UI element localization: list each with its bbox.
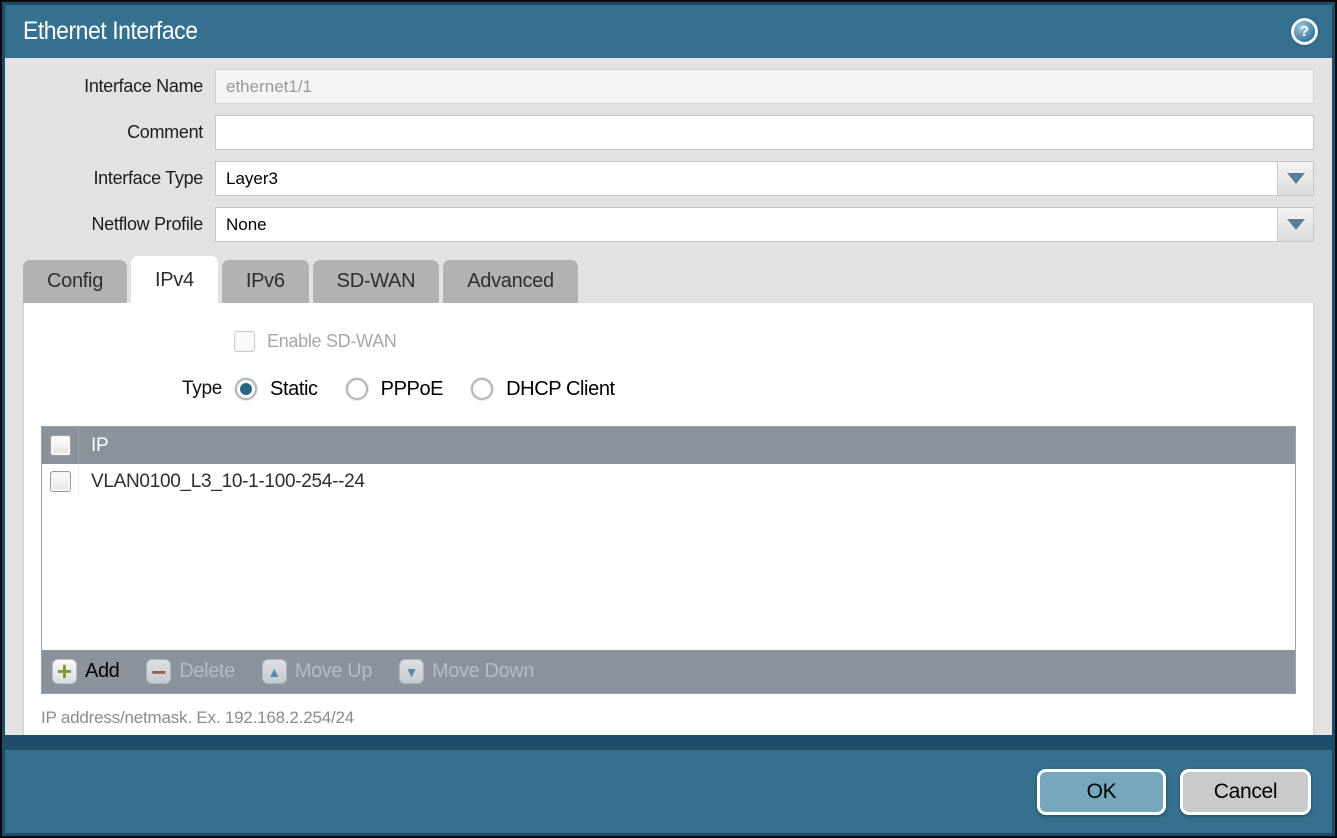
arrow-down-icon: ▼ xyxy=(399,659,424,684)
move-down-button[interactable]: ▼ Move Down xyxy=(399,659,534,684)
type-dhcp-client-label: DHCP Client xyxy=(506,378,615,401)
row-checkbox[interactable] xyxy=(50,471,71,492)
tab-bar: Config IPv4 IPv6 SD-WAN Advanced xyxy=(23,256,1314,303)
dialog-body: Interface Name Comment Interface Type La… xyxy=(5,58,1332,735)
chevron-down-icon xyxy=(1287,219,1305,230)
move-up-button-label: Move Up xyxy=(295,660,372,683)
type-radio-static[interactable]: Static xyxy=(235,378,318,401)
delete-button[interactable]: − Delete xyxy=(146,659,234,684)
radio-unselected-icon xyxy=(471,378,493,400)
interface-type-label: Interface Type xyxy=(23,168,215,189)
delete-button-label: Delete xyxy=(179,660,234,683)
tab-config[interactable]: Config xyxy=(23,260,127,303)
type-radio-pppoe[interactable]: PPPoE xyxy=(346,378,443,401)
comment-row: Comment xyxy=(23,115,1314,150)
ethernet-interface-dialog: Ethernet Interface ? Interface Name Comm… xyxy=(0,0,1337,838)
netflow-profile-row: Netflow Profile None xyxy=(23,207,1314,242)
radio-selected-icon xyxy=(235,378,257,400)
netflow-profile-select[interactable]: None xyxy=(215,207,1314,242)
type-label: Type xyxy=(182,378,222,400)
interface-name-label: Interface Name xyxy=(23,76,215,97)
interface-type-select[interactable]: Layer3 xyxy=(215,161,1314,196)
tab-advanced[interactable]: Advanced xyxy=(443,260,578,303)
table-empty-area xyxy=(42,499,1295,650)
move-down-button-label: Move Down xyxy=(432,660,534,683)
comment-input[interactable] xyxy=(216,116,1313,149)
type-static-label: Static xyxy=(270,378,318,401)
ip-table: IP VLAN0100_L3_10-1-100-254--24 xyxy=(41,426,1296,650)
interface-type-value: Layer3 xyxy=(226,169,278,189)
interface-name-fieldbox xyxy=(215,69,1314,104)
ip-table-header: IP xyxy=(42,427,1295,464)
radio-unselected-icon xyxy=(346,378,368,400)
type-pppoe-label: PPPoE xyxy=(381,378,443,401)
interface-type-row: Interface Type Layer3 xyxy=(23,161,1314,196)
arrow-up-icon: ▲ xyxy=(262,659,287,684)
netflow-profile-value: None xyxy=(226,215,267,235)
ipv4-tab-panel: Enable SD-WAN Type Static PPPoE DHCP Cli… xyxy=(23,303,1314,735)
tab-ipv4[interactable]: IPv4 xyxy=(131,256,218,303)
header-checkbox-cell xyxy=(42,427,79,464)
ok-button[interactable]: OK xyxy=(1037,769,1166,815)
tab-ipv6[interactable]: IPv6 xyxy=(222,260,309,303)
enable-sdwan-checkbox xyxy=(234,331,255,352)
enable-sdwan-row: Enable SD-WAN xyxy=(24,329,1313,353)
select-all-checkbox[interactable] xyxy=(50,435,71,456)
dialog-title: Ethernet Interface xyxy=(23,17,198,46)
chevron-down-icon xyxy=(1287,173,1305,184)
minus-icon: − xyxy=(146,659,171,684)
ip-format-hint: IP address/netmask. Ex. 192.168.2.254/24 xyxy=(41,708,1313,728)
cancel-button[interactable]: Cancel xyxy=(1180,769,1311,815)
interface-name-row: Interface Name xyxy=(23,69,1314,104)
type-radio-row: Type Static PPPoE DHCP Client xyxy=(24,376,1313,402)
table-row[interactable]: VLAN0100_L3_10-1-100-254--24 xyxy=(42,464,1295,499)
help-icon[interactable]: ? xyxy=(1291,18,1318,45)
move-up-button[interactable]: ▲ Move Up xyxy=(262,659,372,684)
dialog-footer: OK Cancel xyxy=(5,750,1332,833)
tab-sdwan[interactable]: SD-WAN xyxy=(313,260,440,303)
comment-fieldbox xyxy=(215,115,1314,150)
netflow-profile-label: Netflow Profile xyxy=(23,214,215,235)
row-checkbox-cell xyxy=(42,464,79,499)
comment-label: Comment xyxy=(23,122,215,143)
add-button[interactable]: + Add xyxy=(52,659,119,684)
ip-column-header: IP xyxy=(79,435,108,457)
add-button-label: Add xyxy=(85,660,119,683)
interface-name-input xyxy=(216,70,1313,103)
dialog-titlebar: Ethernet Interface ? xyxy=(5,5,1332,58)
plus-icon: + xyxy=(52,659,77,684)
type-radio-dhcp-client[interactable]: DHCP Client xyxy=(471,378,615,401)
netflow-profile-dropdown-button[interactable] xyxy=(1277,208,1313,241)
ip-row-value: VLAN0100_L3_10-1-100-254--24 xyxy=(79,471,365,493)
enable-sdwan-label: Enable SD-WAN xyxy=(267,331,396,352)
ip-table-toolbar: + Add − Delete ▲ Move Up ▼ Move Down xyxy=(41,650,1296,694)
interface-type-dropdown-button[interactable] xyxy=(1277,162,1313,195)
